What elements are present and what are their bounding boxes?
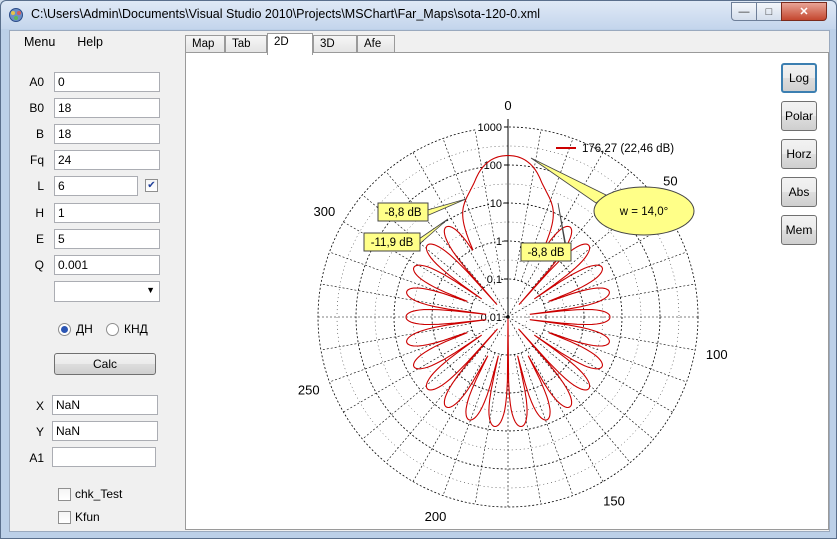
label-fq: Fq <box>29 153 44 167</box>
maximize-button[interactable]: □ <box>756 2 782 21</box>
angle-label: 150 <box>603 494 625 509</box>
b-field[interactable] <box>54 124 160 144</box>
label-l: L <box>37 179 44 193</box>
radial-tick-label: 100 <box>484 160 502 172</box>
h-field[interactable] <box>54 203 160 223</box>
label-a0: A0 <box>29 75 44 89</box>
sidelobe-left-2-callout-pointer <box>415 218 449 248</box>
radio-dn-label: ДН <box>76 322 93 336</box>
chevron-down-icon: ▼ <box>146 285 155 295</box>
grid-spoke <box>362 341 480 440</box>
minimize-icon: — <box>738 5 750 18</box>
menu-item-help[interactable]: Help <box>69 35 111 49</box>
grid-spoke <box>545 323 696 351</box>
abs-button[interactable]: Abs <box>781 177 817 207</box>
mschart-app-icon <box>9 8 23 22</box>
checkmark-icon: ✔ <box>147 180 156 191</box>
q-field[interactable] <box>54 255 160 275</box>
grid-spoke <box>442 352 496 496</box>
radio-dn[interactable] <box>58 323 71 336</box>
kfun-label: Kfun <box>75 510 100 524</box>
angle-label: 200 <box>425 509 447 524</box>
legend-label: 176,27 (22,46 dB) <box>582 143 674 155</box>
close-button[interactable]: ✕ <box>781 2 827 21</box>
label-b: B <box>35 127 44 141</box>
e-field[interactable] <box>54 229 160 249</box>
grid-spoke <box>474 354 502 505</box>
grid-spoke <box>520 352 574 496</box>
radio-knd-label: КНД <box>124 322 148 336</box>
a1-field[interactable] <box>52 447 156 467</box>
minimize-button[interactable]: — <box>731 2 757 21</box>
angle-label: 300 <box>314 204 336 219</box>
grid-spoke <box>536 341 654 440</box>
sidelobe-left-1-callout-pointer <box>423 198 467 218</box>
l-checkbox[interactable]: ✔ <box>145 179 158 192</box>
chk-test-label: chk_Test <box>75 487 123 501</box>
menu-item-menu[interactable]: Menu <box>16 35 63 49</box>
calc-button[interactable]: Calc <box>54 353 156 375</box>
label-a1: A1 <box>29 451 44 465</box>
parameter-panel: A0 B0 B Fq L ✔ H E Q ▼ ДН КНД <box>10 55 182 531</box>
width-callout-label: w = 14,0° <box>619 206 668 218</box>
close-icon: ✕ <box>799 6 809 18</box>
angle-label: 100 <box>706 347 728 362</box>
tab-2d[interactable]: 2D <box>267 33 313 55</box>
app-window: C:\Users\Admin\Documents\Visual Studio 2… <box>0 0 837 539</box>
log-button[interactable]: Log <box>781 63 817 93</box>
a0-field[interactable] <box>54 72 160 92</box>
mode-combo[interactable]: ▼ <box>54 281 160 302</box>
label-h: H <box>35 206 44 220</box>
chk-test-checkbox[interactable] <box>58 488 71 501</box>
kfun-checkbox[interactable] <box>58 511 71 524</box>
chart-panel: 0,01 0,1 1 10 100 1000 0 50 100 150 200 250 300 176,2… <box>185 52 829 530</box>
sidelobe-left-1-callout-label: -8,8 dB <box>384 207 421 219</box>
angle-label: 0 <box>504 98 511 113</box>
polar-button[interactable]: Polar <box>781 101 817 131</box>
label-e: E <box>35 232 44 246</box>
y-field[interactable] <box>52 421 158 441</box>
horz-button[interactable]: Horz <box>781 139 817 169</box>
title-bar[interactable]: C:\Users\Admin\Documents\Visual Studio 2… <box>1 1 836 29</box>
label-q: Q <box>34 258 44 272</box>
width-callout-pointer <box>530 157 607 204</box>
fq-field[interactable] <box>54 150 160 170</box>
client-area: Menu Help A0 B0 B Fq L ✔ H E Q ▼ <box>9 30 830 532</box>
menu-bar: Menu Help <box>10 31 182 53</box>
sidelobe-right-callout-label: -8,8 dB <box>527 247 564 259</box>
x-field[interactable] <box>52 395 158 415</box>
window-title: C:\Users\Admin\Documents\Visual Studio 2… <box>31 7 541 21</box>
label-y: Y <box>35 425 44 439</box>
sidelobe-left-2-callout-label: -11,9 dB <box>371 237 414 249</box>
polar-chart[interactable]: 0,010,11101001000050100150200250300176,2… <box>186 53 776 529</box>
l-field[interactable] <box>54 176 138 196</box>
b0-field[interactable] <box>54 98 160 118</box>
radial-tick-label: 1 <box>496 236 502 248</box>
mem-button[interactable]: Mem <box>781 215 817 245</box>
radial-tick-label: 1000 <box>478 122 502 134</box>
grid-spoke <box>545 283 696 311</box>
radial-tick-label: 0,1 <box>487 274 502 286</box>
label-b0: B0 <box>29 101 44 115</box>
radial-tick-label: 10 <box>490 198 502 210</box>
grid-spoke <box>514 354 542 505</box>
angle-label: 250 <box>298 383 320 398</box>
radio-knd[interactable] <box>106 323 119 336</box>
angle-label: 50 <box>663 174 677 189</box>
label-x: X <box>35 399 44 413</box>
maximize-icon: □ <box>765 5 773 18</box>
